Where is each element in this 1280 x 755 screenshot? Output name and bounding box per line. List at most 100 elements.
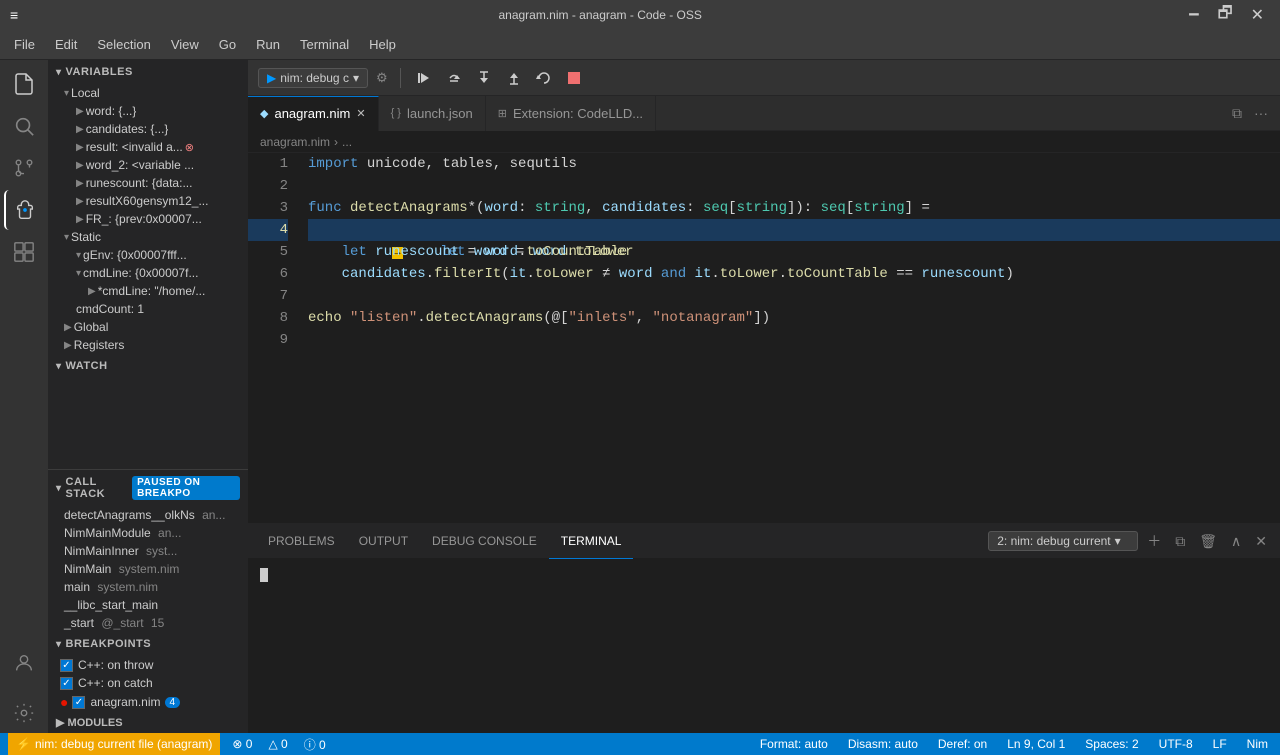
debug-status[interactable]: ⚡ nim: debug current file (anagram) xyxy=(8,733,220,755)
local-arrow: ▾ xyxy=(64,88,69,99)
bp-anagram-checkbox[interactable]: ✓ xyxy=(72,696,85,709)
tab-anagram-close[interactable]: ✕ xyxy=(356,107,365,120)
var-candidates[interactable]: ▶ candidates: {...} xyxy=(48,120,248,138)
tab-anagram-nim[interactable]: ◆ anagram.nim ✕ xyxy=(248,96,379,131)
close-button[interactable]: ✕ xyxy=(1245,3,1270,27)
close-panel-btn[interactable]: ✕ xyxy=(1250,531,1272,552)
spaces-status[interactable]: Spaces: 2 xyxy=(1081,737,1142,751)
registers-group[interactable]: ▶ Registers xyxy=(48,336,248,354)
debug-restart-btn[interactable] xyxy=(533,67,555,89)
watch-section-header[interactable]: ▾ WATCH xyxy=(48,354,248,378)
more-actions-btn[interactable]: ··· xyxy=(1250,103,1272,123)
debug-step-over-btn[interactable] xyxy=(443,67,465,89)
tab-launch-json[interactable]: { } launch.json xyxy=(379,96,486,131)
breadcrumb-symbol[interactable]: ... xyxy=(342,135,352,149)
activitybar-debug[interactable] xyxy=(4,190,44,230)
deref-status[interactable]: Deref: on xyxy=(934,737,991,751)
var-word2[interactable]: ▶ word_2: <variable ... xyxy=(48,156,248,174)
menu-view[interactable]: View xyxy=(161,33,209,56)
callstack-item-5[interactable]: __libc_start_main xyxy=(48,596,248,614)
bp-catch-checkbox[interactable]: ✓ xyxy=(60,677,73,690)
warnings-status[interactable]: △ 0 xyxy=(264,737,291,751)
menu-selection[interactable]: Selection xyxy=(87,33,160,56)
tab-debug-console[interactable]: DEBUG CONSOLE xyxy=(420,524,549,559)
global-group[interactable]: ▶ Global xyxy=(48,318,248,336)
activitybar-search[interactable] xyxy=(4,106,44,146)
tab-problems[interactable]: PROBLEMS xyxy=(256,524,347,559)
var-result[interactable]: ▶ result: <invalid a... ⊗ xyxy=(48,138,248,156)
menu-terminal[interactable]: Terminal xyxy=(290,33,359,56)
callstack-item-0[interactable]: detectAnagrams__olkNs an... xyxy=(48,506,248,524)
tab-extension-label: Extension: CodeLLD... xyxy=(513,106,643,121)
static-group[interactable]: ▾ Static xyxy=(48,228,248,246)
bp-cpp-throw[interactable]: ✓ C++: on throw xyxy=(48,656,248,674)
var-word[interactable]: ▶ word: {...} xyxy=(48,102,248,120)
titlebar: ≡ anagram.nim - anagram - Code - OSS 🗕 🗗… xyxy=(0,0,1280,30)
var-genv[interactable]: ▾ gEnv: {0x00007fff... xyxy=(48,246,248,264)
maximize-button[interactable]: 🗗 xyxy=(1212,0,1239,31)
var-cmdline-ptr[interactable]: ▶ *cmdLine: "/home/... xyxy=(48,282,248,300)
terminal-content[interactable] xyxy=(248,559,1280,733)
encoding-status[interactable]: UTF-8 xyxy=(1155,737,1197,751)
trash-terminal-btn[interactable]: 🗑 xyxy=(1194,531,1222,552)
tab-output[interactable]: OUTPUT xyxy=(347,524,420,559)
maximize-panel-btn[interactable]: ∧ xyxy=(1226,531,1246,552)
terminal-select[interactable]: 2: nim: debug current ▾ xyxy=(988,531,1138,551)
debug-config-select[interactable]: ▶ nim: debug c ▾ xyxy=(258,68,368,88)
line-ending-status[interactable]: LF xyxy=(1209,737,1231,751)
menu-edit[interactable]: Edit xyxy=(45,33,87,56)
debug-stop-btn[interactable] xyxy=(563,67,585,89)
var-result-label: result: <invalid a... xyxy=(86,140,183,154)
code-editor[interactable]: 1 2 3 4 5 6 7 8 9 import unicode, tables… xyxy=(248,153,1280,523)
debug-step-into-btn[interactable] xyxy=(473,67,495,89)
callstack-section-header[interactable]: ▾ CALL STACK PAUSED ON BREAKPO xyxy=(48,470,248,506)
bp-throw-checkbox[interactable]: ✓ xyxy=(60,659,73,672)
debug-continue-btn[interactable] xyxy=(413,67,435,89)
callstack-item-2[interactable]: NimMainInner syst... xyxy=(48,542,248,560)
callstack-item-6[interactable]: _start @_start 15 xyxy=(48,614,248,632)
nim-file-icon: ◆ xyxy=(260,107,268,120)
disasm-status[interactable]: Disasm: auto xyxy=(844,737,922,751)
info-status[interactable]: ⓘ 0 xyxy=(300,736,330,753)
activitybar-source-control[interactable] xyxy=(4,148,44,188)
split-terminal-btn[interactable]: ⧉ xyxy=(1170,531,1190,552)
activitybar-account[interactable] xyxy=(4,643,44,683)
bp-anagram[interactable]: ● ✓ anagram.nim 4 xyxy=(48,692,248,712)
var-resultx60[interactable]: ▶ resultX60gensym12_... xyxy=(48,192,248,210)
var-fr[interactable]: ▶ FR_: {prev:0x00007... xyxy=(48,210,248,228)
var-cmdcount[interactable]: cmdCount: 1 xyxy=(48,300,248,318)
activitybar-extensions[interactable] xyxy=(4,232,44,272)
debug-step-out-btn[interactable] xyxy=(503,67,525,89)
tab-extension[interactable]: ⊞ Extension: CodeLLD... xyxy=(486,96,656,131)
menu-go[interactable]: Go xyxy=(209,33,246,56)
menu-help[interactable]: Help xyxy=(359,33,406,56)
bp-cpp-catch[interactable]: ✓ C++: on catch xyxy=(48,674,248,692)
local-group[interactable]: ▾ Local xyxy=(48,84,248,102)
split-editor-btn[interactable]: ⧉ xyxy=(1228,103,1246,124)
format-status[interactable]: Format: auto xyxy=(756,737,832,751)
callstack-item-4[interactable]: main system.nim xyxy=(48,578,248,596)
errors-status[interactable]: ⊗ 0 xyxy=(228,737,256,751)
callstack-item-3[interactable]: NimMain system.nim xyxy=(48,560,248,578)
breadcrumb-filename[interactable]: anagram.nim xyxy=(260,135,330,149)
code-lines[interactable]: import unicode, tables, sequtils func de… xyxy=(298,153,1280,523)
minimize-button[interactable]: 🗕 xyxy=(1182,0,1205,31)
var-runescount[interactable]: ▶ runescount: {data:... xyxy=(48,174,248,192)
var-candidates-label: candidates: {...} xyxy=(86,122,169,136)
menu-file[interactable]: File xyxy=(4,33,45,56)
new-terminal-btn[interactable]: ＋ xyxy=(1142,529,1166,553)
var-cmdline[interactable]: ▾ cmdLine: {0x00007f... xyxy=(48,264,248,282)
variables-section-header[interactable]: ▾ VARIABLES xyxy=(48,60,248,84)
language-status[interactable]: Nim xyxy=(1243,737,1272,751)
cs-file-0: an... xyxy=(202,508,225,522)
breakpoints-section-header[interactable]: ▾ BREAKPOINTS xyxy=(48,632,248,656)
ln-col-status[interactable]: Ln 9, Col 1 xyxy=(1003,737,1069,751)
modules-section-header[interactable]: ▶ MODULES xyxy=(48,712,248,733)
menu-run[interactable]: Run xyxy=(246,33,290,56)
debug-settings-icon[interactable]: ⚙ xyxy=(376,70,388,86)
tab-anagram-label: anagram.nim xyxy=(274,106,350,121)
activitybar-explorer[interactable] xyxy=(4,64,44,104)
activitybar-settings[interactable] xyxy=(4,693,44,733)
tab-terminal[interactable]: TERMINAL xyxy=(549,524,634,559)
callstack-item-1[interactable]: NimMainModule an... xyxy=(48,524,248,542)
